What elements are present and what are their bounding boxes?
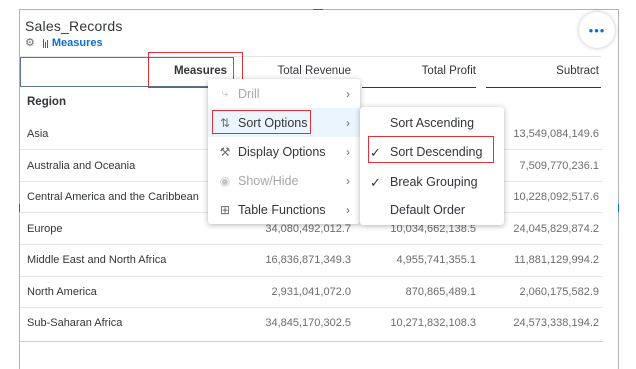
table-row-label[interactable]: Asia: [27, 128, 48, 140]
widget-subtitle: ⚙ Measures: [25, 36, 103, 50]
menu-item-show-hide[interactable]: ◉ Show/Hide ›: [208, 166, 360, 195]
menu-item-display-options[interactable]: ⚒ Display Options ›: [208, 137, 360, 166]
menu-item-drill[interactable]: ⤷ Drill ›: [208, 79, 360, 108]
table-cell[interactable]: 2,931,041,072.0: [238, 286, 351, 298]
column-header-subtract[interactable]: Subtract: [488, 65, 599, 77]
highlight-sort-options: [212, 110, 311, 134]
menu-item-table-functions[interactable]: ⊞ Table Functions ›: [208, 195, 360, 224]
table-cell[interactable]: 2,060,175,582.9: [486, 286, 599, 298]
table-row-label[interactable]: Central America and the Caribbean: [27, 191, 199, 203]
gear-icon[interactable]: ⚙: [25, 36, 35, 50]
table-cell[interactable]: 10,271,832,108.3: [362, 317, 476, 329]
measures-link[interactable]: Measures: [42, 37, 103, 49]
column-underline: [486, 87, 601, 88]
menu-item-break-grouping[interactable]: ✓ Break Grouping: [360, 168, 504, 196]
column-header-total-profit[interactable]: Total Profit: [365, 65, 476, 77]
table-cell[interactable]: 11,881,129,994.2: [486, 254, 599, 266]
table-row-label[interactable]: Australia and Oceania: [27, 160, 135, 172]
table-cell[interactable]: 24,045,829,874.2: [486, 223, 599, 235]
bar-chart-icon: [42, 38, 49, 48]
table-bottom-border: [20, 341, 603, 342]
chevron-right-icon: ›: [346, 144, 350, 159]
row-header-region[interactable]: Region: [27, 96, 66, 108]
table-row-label[interactable]: North America: [27, 286, 97, 298]
resize-handle-right[interactable]: [618, 204, 619, 212]
table-cell[interactable]: 24,573,338,194.2: [486, 317, 599, 329]
row-divider: [20, 244, 603, 245]
table-row-label[interactable]: Europe: [27, 223, 62, 235]
more-icon: •••: [588, 22, 606, 38]
row-divider: [20, 307, 603, 308]
check-icon: ✓: [370, 175, 381, 190]
chevron-right-icon: ›: [346, 202, 350, 217]
column-header-total-revenue[interactable]: Total Revenue: [240, 65, 351, 77]
table-icon: ⊞: [219, 202, 231, 217]
table-cell[interactable]: 34,080,492,012.7: [238, 223, 351, 235]
measures-link-label: Measures: [51, 37, 103, 49]
resize-handle-top[interactable]: [313, 9, 323, 10]
table-cell[interactable]: 870,865,489.1: [362, 286, 476, 298]
menu-item-sort-ascending[interactable]: Sort Ascending: [360, 109, 504, 137]
column-underline: [362, 87, 476, 88]
context-menu: ⤷ Drill › ⇅ Sort Options › ⚒ Display Opt…: [208, 79, 360, 224]
menu-item-default-order[interactable]: Default Order: [360, 196, 504, 224]
chevron-right-icon: ›: [346, 115, 350, 130]
highlight-sort-descending: [368, 136, 494, 163]
chevron-right-icon: ›: [346, 173, 350, 188]
row-divider: [20, 276, 603, 277]
table-cell[interactable]: 34,845,170,302.5: [238, 317, 351, 329]
chevron-right-icon: ›: [346, 86, 350, 101]
wrench-icon: ⚒: [219, 144, 231, 159]
widget-title: Sales_Records: [25, 18, 123, 34]
table-row-label[interactable]: Middle East and North Africa: [27, 254, 166, 266]
table-row-label[interactable]: Sub-Saharan Africa: [27, 317, 122, 329]
table-cell[interactable]: 4,955,741,355.1: [362, 254, 476, 266]
table-cell[interactable]: 16,836,871,349.3: [238, 254, 351, 266]
drill-icon: ⤷: [221, 86, 229, 100]
column-header-dimension[interactable]: Measures: [150, 65, 227, 77]
eye-icon: ◉: [219, 173, 231, 188]
more-options-button[interactable]: •••: [579, 12, 615, 48]
sort-submenu: Sort Ascending ✓ Sort Descending ✓ Break…: [360, 107, 504, 225]
resize-handle-left[interactable]: [19, 204, 20, 212]
